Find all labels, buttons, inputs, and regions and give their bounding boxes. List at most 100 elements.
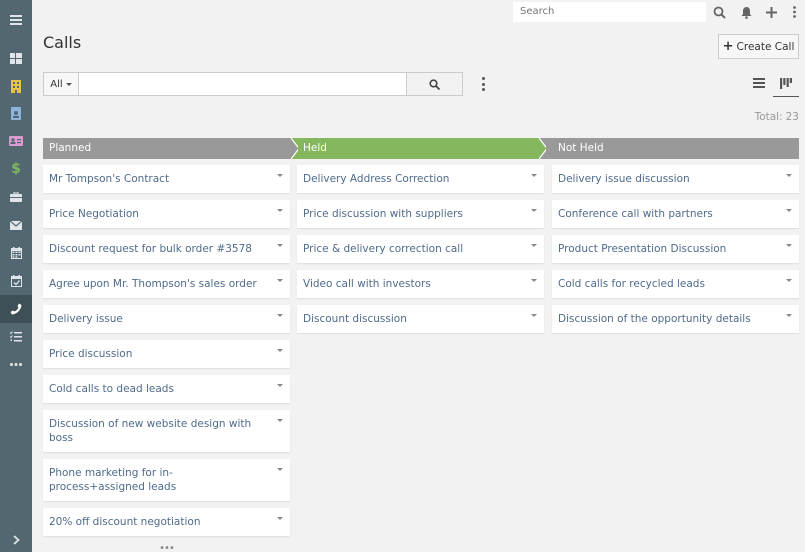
call-card[interactable]: Price discussion with suppliers (297, 200, 544, 228)
card-actions-dropdown[interactable] (785, 244, 793, 250)
filter-actions-menu[interactable] (478, 76, 488, 92)
call-card-title[interactable]: Phone marketing for in-process+assigned … (49, 466, 268, 494)
user-menu-button[interactable] (788, 3, 800, 21)
call-card[interactable]: Discussion of new website design with bo… (43, 410, 290, 452)
card-actions-dropdown[interactable] (530, 244, 538, 250)
card-actions-dropdown[interactable] (785, 279, 793, 285)
sidebar-item-dashboard[interactable] (0, 44, 32, 72)
card-actions-dropdown[interactable] (276, 209, 284, 215)
caret-down-icon (786, 279, 792, 282)
sidebar-item-calls[interactable] (0, 295, 32, 323)
call-card[interactable]: Delivery issue (43, 305, 290, 333)
caret-down-icon (277, 419, 283, 422)
call-card[interactable]: Video call with investors (297, 270, 544, 298)
sidebar-item-calendar[interactable] (0, 239, 32, 267)
call-card[interactable]: Cold calls for recycled leads (552, 270, 799, 298)
call-card-title[interactable]: Cold calls to dead leads (49, 382, 268, 396)
card-actions-dropdown[interactable] (276, 468, 284, 474)
call-card-title[interactable]: Mr Tompson's Contract (49, 172, 268, 186)
sidebar-item-emails[interactable] (0, 211, 32, 239)
call-card[interactable]: Cold calls to dead leads (43, 375, 290, 403)
sidebar-item-contacts[interactable] (0, 99, 32, 127)
call-card[interactable]: Conference call with partners (552, 200, 799, 228)
call-card[interactable]: Delivery Address Correction (297, 165, 544, 193)
call-card[interactable]: Discussion of the opportunity details (552, 305, 799, 333)
global-search-button[interactable] (710, 3, 728, 21)
card-actions-dropdown[interactable] (276, 384, 284, 390)
notifications-button[interactable] (737, 3, 755, 21)
card-actions-dropdown[interactable] (530, 209, 538, 215)
call-card[interactable]: Discount request for bulk order #3578 (43, 235, 290, 263)
list-view-button[interactable] (750, 74, 768, 92)
global-search-input[interactable] (513, 2, 706, 22)
filter-scope-dropdown[interactable]: All (43, 72, 79, 96)
call-card-title[interactable]: Delivery Address Correction (303, 172, 522, 186)
caret-down-icon (277, 468, 283, 471)
caret-down-icon (531, 174, 537, 177)
sidebar-item-tasks[interactable] (0, 322, 32, 350)
call-card-title[interactable]: Product Presentation Discussion (558, 242, 777, 256)
call-card[interactable]: Discount discussion (297, 305, 544, 333)
card-actions-dropdown[interactable] (276, 517, 284, 523)
call-card-title[interactable]: 20% off discount negotiation (49, 515, 268, 529)
call-card-title[interactable]: Discussion of new website design with bo… (49, 417, 268, 445)
sidebar-expand-button[interactable] (0, 528, 32, 552)
card-actions-dropdown[interactable] (276, 174, 284, 180)
call-card-title[interactable]: Price & delivery correction call (303, 242, 522, 256)
filter-text-input[interactable] (79, 72, 407, 96)
call-card-title[interactable]: Discount request for bulk order #3578 (49, 242, 268, 256)
kanban-view-button[interactable] (773, 74, 799, 97)
call-card-title[interactable]: Video call with investors (303, 277, 522, 291)
call-card[interactable]: Price Negotiation (43, 200, 290, 228)
call-card-title[interactable]: Agree upon Mr. Thompson's sales order (49, 277, 268, 291)
call-card-title[interactable]: Discount discussion (303, 312, 522, 326)
sidebar-item-accounts[interactable] (0, 72, 32, 100)
call-card-title[interactable]: Price discussion (49, 347, 268, 361)
call-card[interactable]: Agree upon Mr. Thompson's sales order (43, 270, 290, 298)
search-icon (429, 78, 440, 90)
call-card[interactable]: Phone marketing for in-process+assigned … (43, 459, 290, 501)
call-card-title[interactable]: Price discussion with suppliers (303, 207, 522, 221)
card-actions-dropdown[interactable] (276, 244, 284, 250)
card-actions-dropdown[interactable] (530, 279, 538, 285)
card-actions-dropdown[interactable] (785, 209, 793, 215)
sidebar-item-opportunities[interactable]: $ (0, 155, 32, 183)
sidebar-item-cases[interactable] (0, 183, 32, 211)
sidebar-toggle-button[interactable] (0, 6, 32, 34)
caret-down-icon (786, 209, 792, 212)
quick-create-button[interactable] (762, 3, 780, 21)
create-call-button[interactable]: + Create Call (718, 34, 799, 59)
call-card[interactable]: Mr Tompson's Contract (43, 165, 290, 193)
call-card-title[interactable]: Discussion of the opportunity details (558, 312, 777, 326)
show-more-button[interactable]: ••• (43, 543, 290, 552)
sidebar-item-leads[interactable] (0, 127, 32, 155)
card-actions-dropdown[interactable] (785, 174, 793, 180)
caret-down-icon (531, 314, 537, 317)
call-card[interactable]: Price discussion (43, 340, 290, 368)
caret-down-icon (277, 279, 283, 282)
filter-search-button[interactable] (407, 72, 463, 96)
card-actions-dropdown[interactable] (530, 174, 538, 180)
call-card[interactable]: Price & delivery correction call (297, 235, 544, 263)
sidebar-item-meetings[interactable] (0, 267, 32, 295)
call-card-title[interactable]: Delivery issue (49, 312, 268, 326)
caret-down-icon (277, 244, 283, 247)
call-card-title[interactable]: Conference call with partners (558, 207, 777, 221)
card-actions-dropdown[interactable] (276, 419, 284, 425)
caret-down-icon (277, 314, 283, 317)
card-actions-dropdown[interactable] (276, 279, 284, 285)
sidebar-item-more[interactable] (0, 350, 32, 378)
caret-down-icon (786, 244, 792, 247)
card-actions-dropdown[interactable] (276, 314, 284, 320)
card-actions-dropdown[interactable] (276, 349, 284, 355)
card-actions-dropdown[interactable] (530, 314, 538, 320)
caret-down-icon (277, 349, 283, 352)
call-card[interactable]: Product Presentation Discussion (552, 235, 799, 263)
card-actions-dropdown[interactable] (785, 314, 793, 320)
call-card[interactable]: Delivery issue discussion (552, 165, 799, 193)
plus-icon (765, 6, 777, 18)
call-card[interactable]: 20% off discount negotiation (43, 508, 290, 536)
call-card-title[interactable]: Delivery issue discussion (558, 172, 777, 186)
call-card-title[interactable]: Cold calls for recycled leads (558, 277, 777, 291)
call-card-title[interactable]: Price Negotiation (49, 207, 268, 221)
